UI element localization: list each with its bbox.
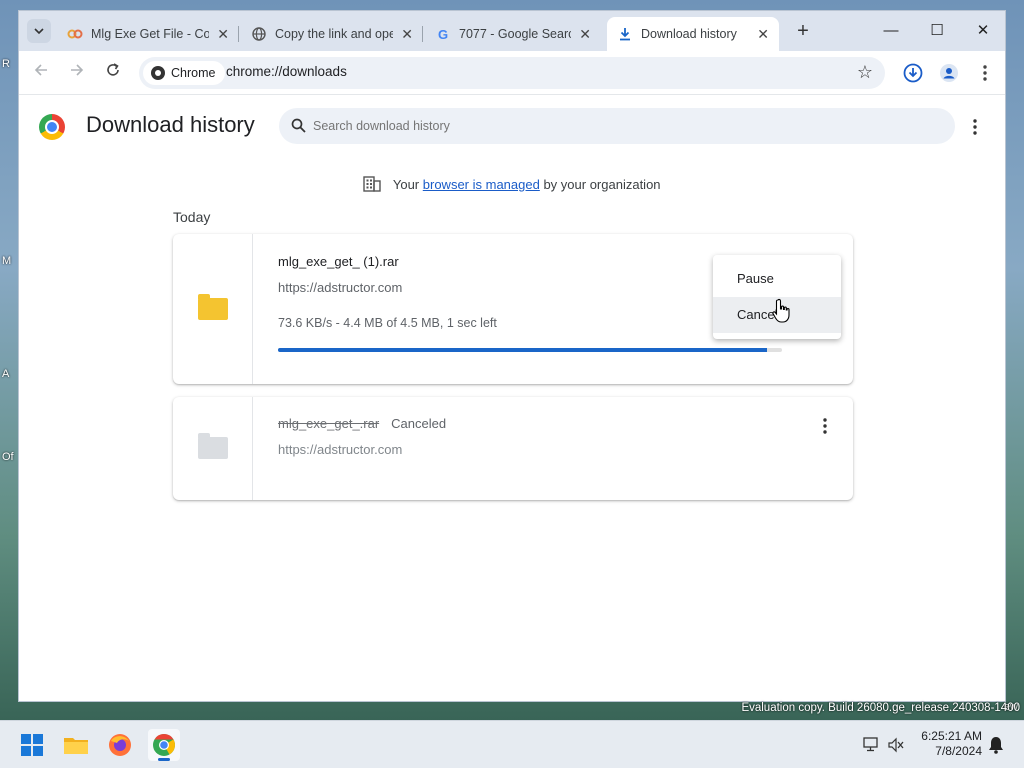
- archive-folder-icon: [198, 294, 228, 320]
- arrow-right-icon: [71, 64, 84, 76]
- search-downloads[interactable]: [279, 108, 955, 144]
- desktop-icon-label: R: [2, 58, 10, 70]
- taskbar: 6:25:21 AM 7/8/2024: [0, 720, 1024, 768]
- forward-button[interactable]: [65, 61, 89, 85]
- file-explorer-button[interactable]: [60, 729, 92, 761]
- file-icon-column: [173, 397, 253, 500]
- desktop-icon-label: A: [2, 368, 10, 380]
- page-title: Download history: [86, 112, 255, 137]
- desktop-icon-label: M: [2, 255, 12, 267]
- more-vert-icon[interactable]: [967, 118, 983, 136]
- notification-bell-icon[interactable]: [986, 735, 1006, 755]
- chrome-icon: [151, 66, 165, 80]
- menu-item-pause[interactable]: Pause: [713, 261, 841, 297]
- download-file-name[interactable]: mlg_exe_get_.rar: [278, 416, 379, 431]
- managed-text-before: Your: [392, 177, 420, 192]
- tab-download-history[interactable]: Download history ✕: [607, 17, 779, 51]
- tab-copy-link[interactable]: Copy the link and ope ✕: [241, 17, 423, 51]
- network-icon[interactable]: [862, 735, 882, 755]
- chevron-down-icon: [34, 28, 44, 35]
- clock-time: 6:25:21 AM: [921, 729, 982, 743]
- tab-title: Copy the link and ope: [275, 27, 394, 41]
- close-icon[interactable]: ✕: [757, 26, 769, 43]
- address-bar[interactable]: Chrome chrome://downloads ☆: [139, 57, 885, 89]
- download-context-menu: Pause Cancel: [713, 255, 841, 339]
- windows-logo-icon: [21, 734, 43, 756]
- tab-search-button[interactable]: [27, 19, 51, 43]
- managed-text-after: by your organization: [543, 177, 661, 192]
- arrow-left-icon: [34, 64, 47, 76]
- tab-title: Mlg Exe Get File - Cor: [91, 27, 210, 41]
- browser-menu-button[interactable]: [973, 61, 997, 85]
- chrome-taskbar-button[interactable]: [148, 729, 180, 761]
- tab-title: Download history: [641, 27, 737, 41]
- download-progress-bar: [278, 348, 782, 352]
- reload-button[interactable]: [101, 61, 125, 85]
- browser-toolbar: Chrome chrome://downloads ☆: [19, 51, 1005, 95]
- chrome-logo-icon: [39, 114, 65, 140]
- folder-icon: [64, 738, 88, 754]
- chrome-icon: [153, 734, 175, 756]
- download-icon: [617, 26, 633, 42]
- managed-notice: Your browser is managed by your organiza…: [19, 176, 1005, 192]
- tab-google-search[interactable]: G 7077 - Google Search ✕: [425, 17, 601, 51]
- watermark-text: Evaluation copy. Build 26080.ge_release.…: [741, 702, 1020, 714]
- downloads-button[interactable]: [901, 61, 925, 85]
- downloads-page: Download history Your browser is managed…: [19, 96, 1005, 701]
- close-window-button[interactable]: ✕: [961, 19, 1005, 43]
- close-icon[interactable]: ✕: [579, 26, 591, 43]
- browser-managed-link[interactable]: browser is managed: [423, 177, 540, 192]
- more-vert-icon: [983, 65, 987, 81]
- firefox-icon: [109, 734, 131, 756]
- minimize-button[interactable]: —: [869, 19, 913, 43]
- volume-muted-icon[interactable]: [886, 735, 906, 755]
- tab-mlg-exe[interactable]: Mlg Exe Get File - Cor ✕: [57, 17, 239, 51]
- search-icon: [291, 118, 306, 133]
- desktop-icon-label: Of: [2, 451, 14, 463]
- google-icon: G: [437, 26, 449, 42]
- hand-cursor-icon: [772, 298, 790, 323]
- download-progress-text: 73.6 KB/s - 4.4 MB of 4.5 MB, 1 sec left: [278, 316, 497, 330]
- maximize-button[interactable]: ☐: [915, 19, 959, 43]
- more-vert-icon[interactable]: [817, 417, 833, 435]
- site-info-chip[interactable]: Chrome: [143, 61, 226, 85]
- progress-fill: [278, 348, 767, 352]
- new-tab-button[interactable]: +: [791, 21, 815, 41]
- file-icon-column: [173, 234, 253, 384]
- clock-date: 7/8/2024: [935, 744, 982, 758]
- download-source-url[interactable]: https://adstructor.com: [278, 442, 402, 457]
- system-clock[interactable]: 6:25:21 AM 7/8/2024: [912, 729, 982, 759]
- download-file-name-row: mlg_exe_get_.rar Canceled: [278, 416, 446, 431]
- reload-icon: [107, 63, 119, 76]
- download-file-name[interactable]: mlg_exe_get_ (1).rar: [278, 254, 399, 269]
- section-heading-today: Today: [173, 209, 211, 225]
- search-input[interactable]: [313, 108, 933, 144]
- browser-window: Mlg Exe Get File - Cor ✕ Copy the link a…: [18, 10, 1006, 702]
- profile-button[interactable]: [937, 61, 961, 85]
- back-button[interactable]: [29, 61, 53, 85]
- tab-title: 7077 - Google Search: [459, 27, 572, 41]
- url-text[interactable]: chrome://downloads: [226, 64, 347, 79]
- download-item: mlg_exe_get_.rar Canceled https://adstruc…: [173, 397, 853, 500]
- building-icon: [363, 176, 382, 192]
- chip-label: Chrome: [171, 66, 216, 80]
- start-button[interactable]: [16, 729, 48, 761]
- close-icon[interactable]: ✕: [217, 26, 229, 43]
- globe-icon: [251, 26, 267, 42]
- download-circle-icon: [903, 63, 923, 83]
- firefox-button[interactable]: [104, 729, 136, 761]
- star-icon[interactable]: ☆: [857, 62, 873, 83]
- tab-strip: Mlg Exe Get File - Cor ✕ Copy the link a…: [19, 11, 1005, 51]
- close-icon[interactable]: ✕: [401, 26, 413, 43]
- link-icon: [67, 26, 83, 42]
- download-source-url[interactable]: https://adstructor.com: [278, 280, 402, 295]
- download-status: Canceled: [391, 416, 447, 431]
- archive-folder-icon: [198, 433, 228, 459]
- profile-icon: [940, 64, 958, 82]
